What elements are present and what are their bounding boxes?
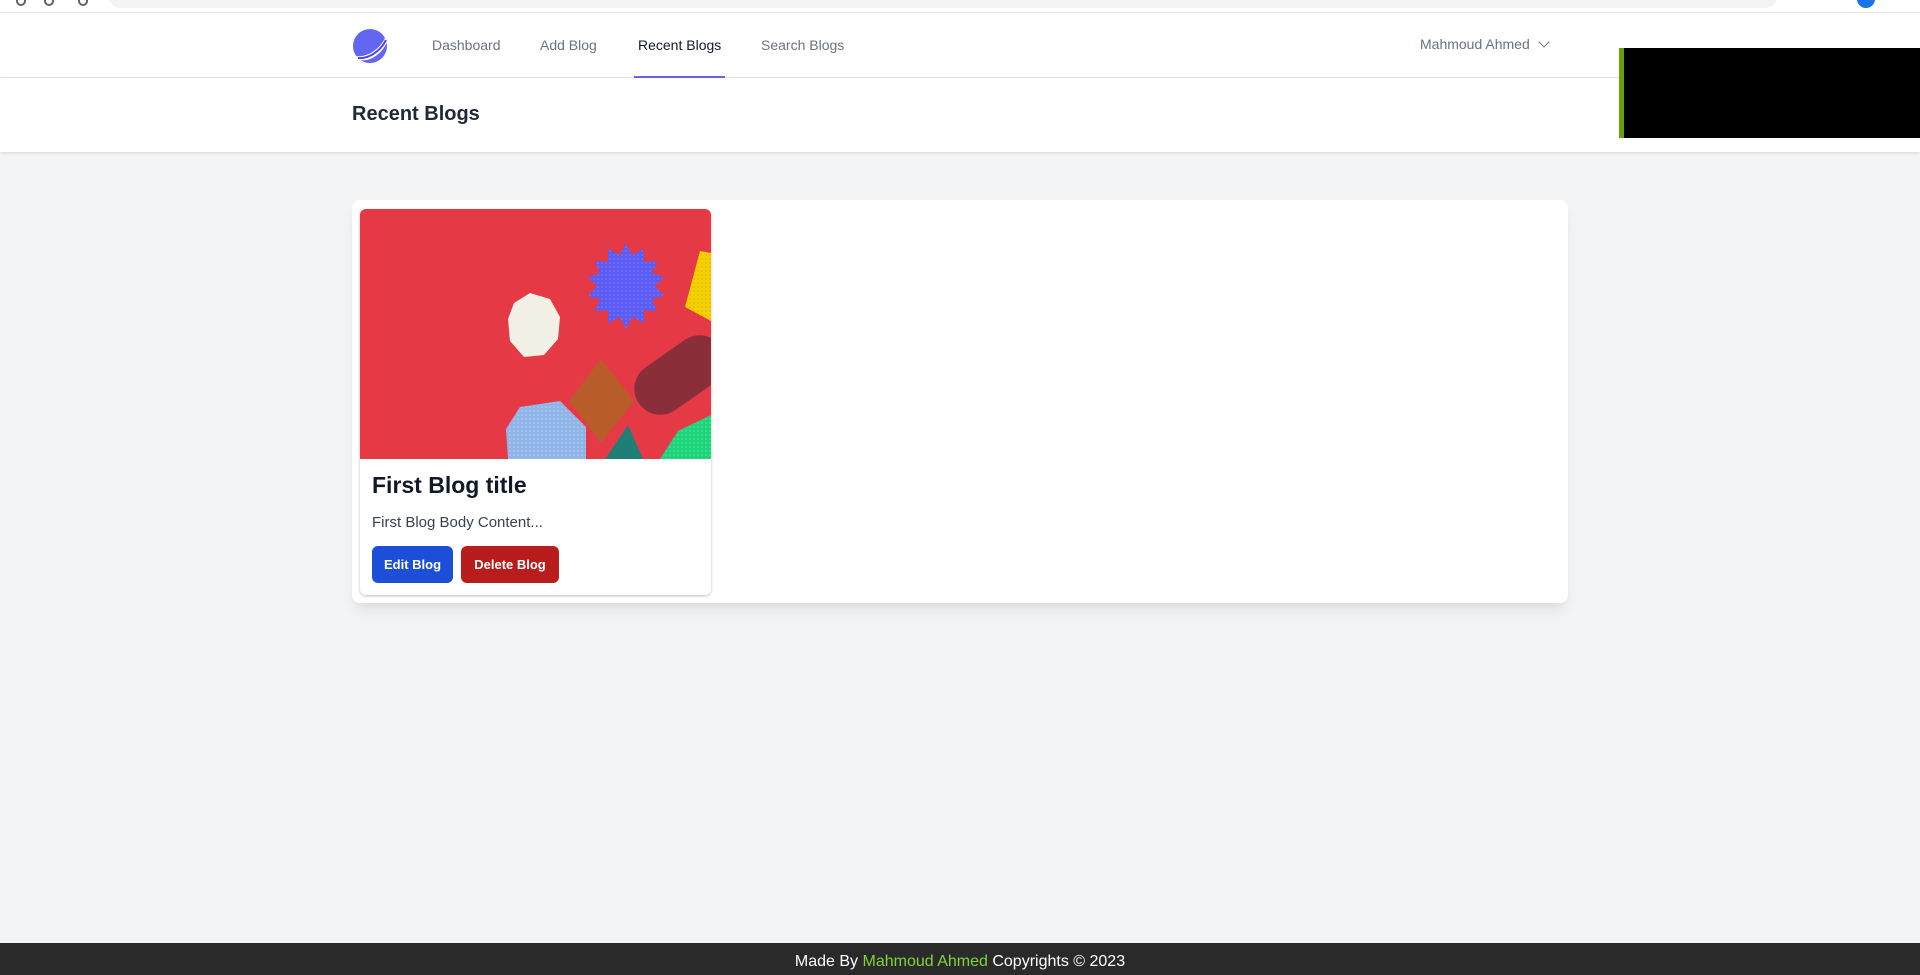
blog-title: First Blog title: [372, 472, 527, 498]
blog-cover-image: [360, 209, 711, 459]
user-name: Mahmoud Ahmed: [1420, 36, 1530, 52]
footer-prefix: Made By: [794, 953, 859, 970]
address-bar[interactable]: [108, 0, 1778, 8]
browser-toolbar: [0, 0, 1920, 13]
page-title: Recent Blogs: [352, 103, 480, 125]
forward-icon[interactable]: [44, 0, 54, 6]
blog-excerpt: First Blog Body Content...: [372, 514, 543, 531]
profile-avatar[interactable]: [1857, 0, 1875, 8]
chevron-down-icon: [1538, 36, 1550, 48]
footer: Made By Mahmoud Ahmed Copyrights © 2023: [0, 943, 1920, 975]
edit-blog-button[interactable]: Edit Blog: [372, 546, 453, 583]
planet-logo-icon[interactable]: [352, 28, 388, 64]
overlay-box: [1619, 48, 1920, 138]
nav-search-blogs[interactable]: Search Blogs: [761, 13, 844, 78]
footer-copyright: Copyrights © 2023: [992, 953, 1126, 970]
nav-add-blog[interactable]: Add Blog: [540, 13, 597, 78]
reload-icon[interactable]: [78, 0, 88, 6]
nav-recent-blogs[interactable]: Recent Blogs: [634, 13, 726, 78]
back-icon[interactable]: [16, 0, 26, 6]
nav-dashboard[interactable]: Dashboard: [432, 13, 501, 78]
delete-blog-button[interactable]: Delete Blog: [461, 546, 559, 583]
blog-card: First Blog title First Blog Body Content…: [360, 209, 711, 595]
blogs-panel: First Blog title First Blog Body Content…: [352, 200, 1568, 603]
footer-author-link[interactable]: Mahmoud Ahmed: [862, 953, 987, 970]
user-menu[interactable]: Mahmoud Ahmed: [1420, 13, 1550, 78]
